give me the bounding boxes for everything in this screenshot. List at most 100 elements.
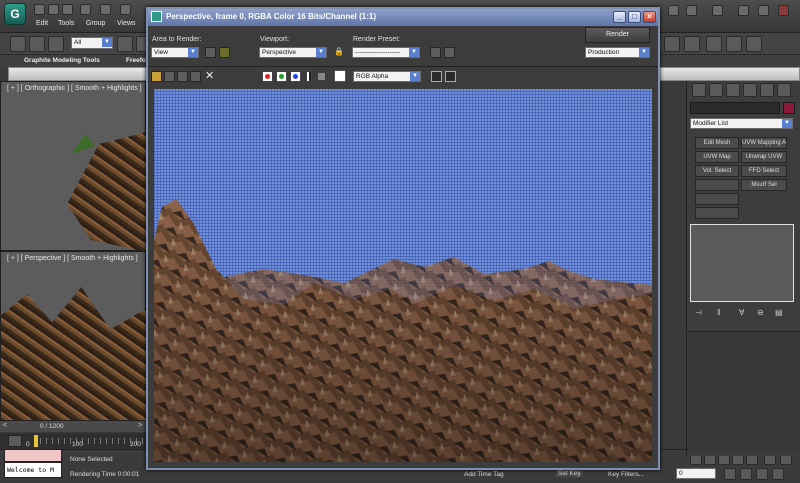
render-window-titlebar[interactable]: Perspective, frame 0, RGBA Color 16 Bits… [148,9,658,26]
current-frame-field[interactable]: 0 [676,468,716,479]
maximize-button[interactable]: □ [628,11,641,23]
edit-region-icon[interactable] [205,47,216,58]
uvw-map-button[interactable]: UVW Map [695,151,739,163]
bind-space-warp-icon[interactable] [48,36,64,52]
unwrap-uvw-button[interactable]: Unwrap UVW [741,151,787,163]
environment-effects-icon[interactable] [444,47,455,58]
freeform-tab[interactable]: Freefo [126,57,146,64]
display-tab-icon[interactable] [760,83,774,97]
minimize-button[interactable]: _ [613,11,626,23]
mini-curve-editor-icon[interactable] [8,435,22,447]
track-bar[interactable]: 0 100 200 [0,433,146,449]
object-name-field[interactable] [690,102,780,114]
render-production-icon[interactable] [726,36,742,52]
unlink-icon[interactable] [29,36,45,52]
render-setup-icon[interactable] [684,36,700,52]
utilities-tab-icon[interactable] [777,83,791,97]
show-end-result-icon[interactable]: ‖ [717,308,729,319]
render-button[interactable]: Render [585,27,650,43]
close-app-icon[interactable] [778,5,789,16]
pan-icon[interactable] [740,468,752,480]
orbit-icon[interactable] [756,468,768,480]
menu-edit[interactable]: Edit [36,20,48,27]
uvw-mapping-add-button[interactable]: UVW Mapping Ad [741,137,787,149]
remove-modifier-icon[interactable]: ⊖ [757,308,769,319]
new-file-icon[interactable] [34,4,45,15]
auto-region-icon[interactable] [219,47,230,58]
maximize-viewport-icon[interactable] [772,468,784,480]
clone-window-icon[interactable] [177,71,188,82]
vol-select-button[interactable]: Vol. Select [695,165,739,177]
empty-modifier-button-2[interactable] [695,193,739,205]
area-to-render-dropdown[interactable]: View ▼ [151,47,199,58]
time-slider-next-icon[interactable]: > [138,422,142,429]
star-icon[interactable] [686,5,697,16]
create-tab-icon[interactable] [692,83,706,97]
msurf-sel-button[interactable]: Msurf Sel [741,179,787,191]
motion-tab-icon[interactable] [743,83,757,97]
modifier-stack-list[interactable] [690,224,794,302]
viewport-dropdown[interactable]: Perspective ▼ [259,47,327,58]
empty-modifier-button-3[interactable] [695,207,739,219]
monochrome-toggle[interactable] [318,73,325,80]
modifier-parameters-rollout[interactable] [687,331,800,453]
maximize-app-icon[interactable] [758,5,769,16]
copy-image-icon[interactable] [164,71,175,82]
maxscript-listener-input[interactable]: Welcome to M [4,462,62,478]
print-image-icon[interactable] [190,71,201,82]
modifier-list-dropdown[interactable]: Modifier List ▼ [690,118,793,129]
viewport-perspective-label[interactable]: [ + ] [ Perspective ] [ Smooth + Highlig… [7,255,138,262]
select-object-icon[interactable] [117,36,133,52]
key-filters-button[interactable]: Key Filters... [608,471,644,478]
rendered-frame-window-icon[interactable] [706,36,722,52]
help-icon[interactable] [712,5,723,16]
green-channel-toggle[interactable] [276,71,287,82]
time-slider-prev-icon[interactable]: < [3,422,7,429]
undo-icon[interactable] [80,4,91,15]
pin-stack-icon[interactable]: ⊣ [695,308,707,319]
lock-viewport-icon[interactable]: 🔒 [334,47,345,58]
render-mode-dropdown[interactable]: Production ▼ [585,47,650,58]
field-of-view-icon[interactable] [724,468,736,480]
search-icon[interactable] [668,5,679,16]
set-key-button[interactable]: Set Key [556,470,583,477]
open-file-icon[interactable] [48,4,59,15]
toggle-ui-icon[interactable] [445,71,456,82]
menu-views[interactable]: Views [117,20,136,27]
viewport-orthographic[interactable]: [ + ] [ Orthographic ] [ Smooth + Highli… [0,81,147,252]
graphite-tab[interactable]: Graphite Modeling Tools [24,57,100,64]
alpha-channel-toggle[interactable] [306,71,312,82]
close-button[interactable]: × [643,11,656,23]
modify-tab-icon[interactable] [709,83,723,97]
add-time-tag-button[interactable]: Add Time Tag [464,471,504,478]
time-slider[interactable]: < 0 / 1200 > [0,420,146,432]
save-image-icon[interactable] [151,71,162,82]
ffd-select-button[interactable]: FFD Select [741,165,787,177]
object-color-swatch[interactable] [783,102,795,114]
menu-tools[interactable]: Tools [58,20,74,27]
background-color-swatch[interactable] [334,70,346,82]
clear-image-icon[interactable]: ✕ [205,69,214,82]
hierarchy-tab-icon[interactable] [726,83,740,97]
render-setup-icon[interactable] [430,47,441,58]
empty-modifier-button[interactable] [695,179,739,191]
minimize-app-icon[interactable] [738,5,749,16]
display-channel-dropdown[interactable]: RGB Alpha ▼ [353,71,421,82]
save-icon[interactable] [62,4,73,15]
toggle-ui-overlays-icon[interactable] [431,71,442,82]
configure-modifier-sets-icon[interactable]: ▤ [775,308,787,319]
render-iterative-icon[interactable] [746,36,762,52]
make-unique-icon[interactable]: ∀ [739,308,751,319]
blue-channel-toggle[interactable] [290,71,301,82]
render-preset-dropdown[interactable]: --------------------- ▼ [352,47,420,58]
viewport-perspective[interactable]: [ + ] [ Perspective ] [ Smooth + Highlig… [0,251,147,421]
ribbon-panel-left[interactable] [8,67,150,81]
project-folder-icon[interactable] [120,4,131,15]
material-editor-icon[interactable] [664,36,680,52]
selection-filter-dropdown[interactable]: All ▼ [71,37,113,49]
edit-mesh-button[interactable]: Edit Mesh [695,137,739,149]
menu-group[interactable]: Group [86,20,105,27]
viewport-orthographic-label[interactable]: [ + ] [ Orthographic ] [ Smooth + Highli… [7,85,142,92]
app-logo-button[interactable]: G [4,3,26,25]
ribbon-panel-right[interactable] [656,67,800,81]
